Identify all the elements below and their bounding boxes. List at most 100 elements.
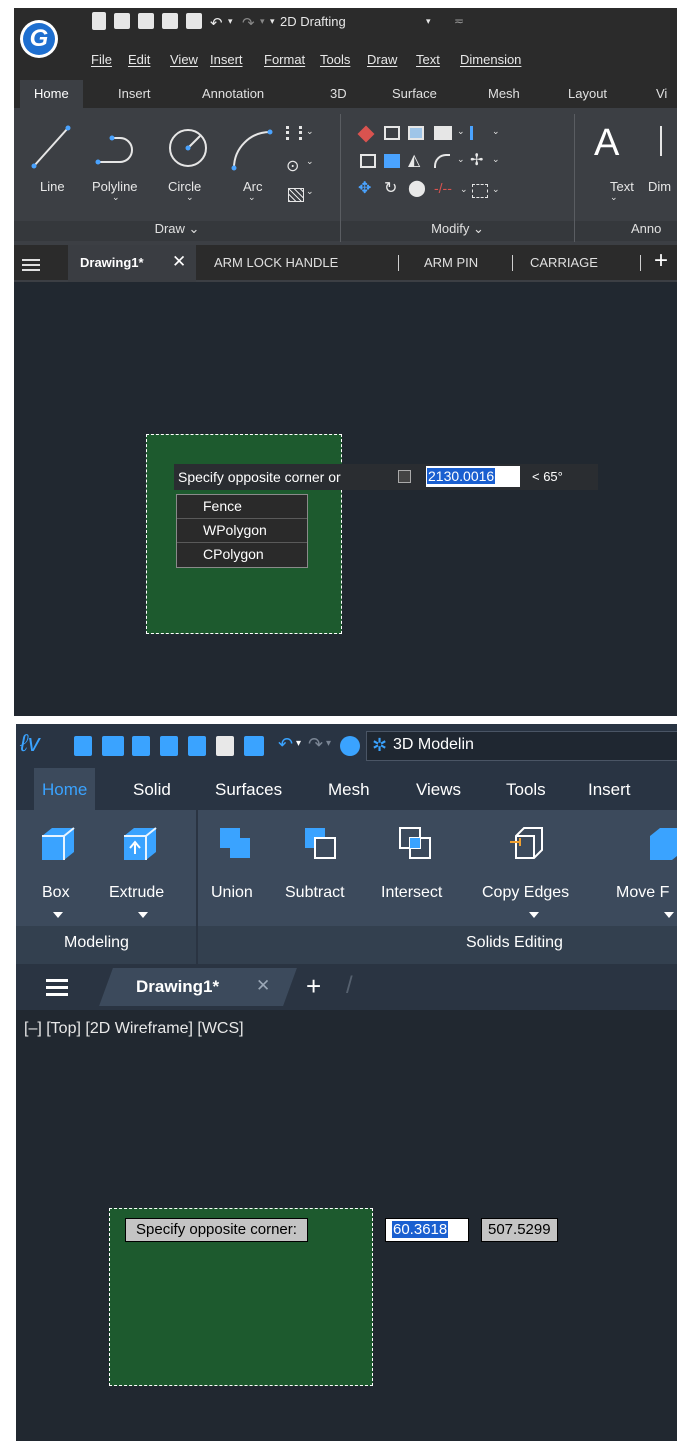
box-dropdown-icon[interactable] <box>53 912 63 918</box>
box-icon[interactable] <box>38 824 78 864</box>
intersect-icon[interactable] <box>396 824 436 864</box>
redo-icon[interactable]: ↷ <box>308 734 323 755</box>
export-icon[interactable] <box>188 736 206 756</box>
circle-dropdown-icon[interactable]: ⌄ <box>186 192 194 203</box>
new-file-icon[interactable] <box>92 12 106 30</box>
save-as-icon[interactable] <box>162 13 178 29</box>
box-label[interactable]: Box <box>42 884 70 902</box>
option-wpolygon[interactable]: WPolygon <box>177 519 307 543</box>
redo-dropdown-icon[interactable]: ▾ <box>326 738 331 749</box>
workspace-dropdown-icon[interactable]: ▾ <box>270 16 275 27</box>
text-dropdown-icon[interactable]: ⌄ <box>610 192 618 203</box>
redo-icon[interactable]: ↷ <box>242 14 255 32</box>
tab-view[interactable]: Vi <box>656 86 667 101</box>
undo-dropdown-icon[interactable]: ▾ <box>296 738 301 749</box>
tab-3d[interactable]: 3D <box>330 86 347 101</box>
align-dropdown-icon[interactable]: ⌄ <box>492 126 500 137</box>
explode-icon[interactable]: ✢ <box>470 150 483 170</box>
annotation-group-footer[interactable]: Anno <box>575 221 677 241</box>
redo-dropdown-icon[interactable]: ▾ <box>260 16 265 27</box>
tab-surfaces[interactable]: Surfaces <box>215 780 282 800</box>
array-dropdown-icon[interactable]: ⌄ <box>457 126 465 137</box>
tab-views[interactable]: Views <box>416 780 461 800</box>
menu-view[interactable]: View <box>170 52 198 67</box>
hatch-icon[interactable] <box>288 188 304 202</box>
arc-icon[interactable] <box>228 126 274 172</box>
menu-text[interactable]: Text <box>416 52 440 67</box>
close-icon[interactable]: ✕ <box>172 252 186 272</box>
workspace-selector[interactable]: 2D Drafting <box>280 14 346 29</box>
distance-input[interactable]: 2130.0016 <box>426 466 520 487</box>
close-icon[interactable]: ✕ <box>256 976 270 996</box>
fillet-dropdown-icon[interactable]: ⌄ <box>457 154 465 165</box>
subtract-label[interactable]: Subtract <box>285 884 345 902</box>
new-tab-plus-icon[interactable]: + <box>306 971 321 1002</box>
doc-tab-arm-pin[interactable]: ARM PIN <box>424 255 478 270</box>
mirror2-icon[interactable]: ◭ <box>408 150 420 170</box>
tab-insert[interactable]: Insert <box>588 780 631 800</box>
align-icon[interactable] <box>470 126 484 140</box>
tab-surface[interactable]: Surface <box>392 86 437 101</box>
menu-format[interactable]: Format <box>264 52 305 67</box>
break-dropdown-icon[interactable]: ⌄ <box>492 184 500 195</box>
tab-mesh[interactable]: Mesh <box>328 780 370 800</box>
menu-icon[interactable] <box>22 259 40 261</box>
extrude-label[interactable]: Extrude <box>109 884 164 902</box>
mirror-icon[interactable] <box>408 126 424 140</box>
angle-value[interactable]: < 65° <box>532 469 563 484</box>
extrude-icon[interactable] <box>120 824 160 864</box>
offset-icon[interactable] <box>360 154 376 168</box>
subtract-icon[interactable] <box>301 824 341 864</box>
fillet-icon[interactable] <box>434 154 450 168</box>
copy-edges-icon[interactable] <box>506 824 546 864</box>
tab-annotation[interactable]: Annotation <box>202 86 264 101</box>
down-arrow-icon[interactable] <box>398 470 411 483</box>
copy-edges-label[interactable]: Copy Edges <box>482 884 569 902</box>
scale-icon[interactable]: ⬤ <box>408 178 426 198</box>
undo-icon[interactable]: ↶ <box>210 14 223 32</box>
doc-tab-arm-lock-handle[interactable]: ARM LOCK HANDLE <box>214 255 338 270</box>
customize-qat-icon[interactable]: ≂ <box>454 14 464 28</box>
print-icon[interactable] <box>216 736 234 756</box>
move-icon[interactable]: ✥ <box>358 178 371 198</box>
hatch-dropdown-icon[interactable]: ⌄ <box>306 186 314 197</box>
trim-dropdown-icon[interactable]: ⌄ <box>460 184 468 195</box>
save-as-icon[interactable] <box>160 736 178 756</box>
explode-dropdown-icon[interactable]: ⌄ <box>492 154 500 165</box>
circle-label[interactable]: Circle <box>168 179 201 194</box>
break-icon[interactable] <box>472 184 488 198</box>
array-icon[interactable] <box>434 126 452 140</box>
stretch-icon[interactable] <box>384 154 400 168</box>
union-label[interactable]: Union <box>211 884 253 902</box>
menu-tools[interactable]: Tools <box>320 52 350 67</box>
tab-tools[interactable]: Tools <box>506 780 546 800</box>
tab-layout[interactable]: Layout <box>568 86 607 101</box>
copy-icon[interactable] <box>384 126 400 140</box>
workspace-chevron-icon[interactable]: ▾ <box>426 16 431 27</box>
copy-edges-dropdown-icon[interactable] <box>529 912 539 918</box>
text-icon[interactable]: A <box>594 122 619 165</box>
open-folder-icon[interactable] <box>114 13 130 29</box>
save-icon[interactable] <box>138 13 154 29</box>
intersect-label[interactable]: Intersect <box>381 884 442 902</box>
menu-draw[interactable]: Draw <box>367 52 397 67</box>
tab-home[interactable]: Home <box>20 80 83 108</box>
point-icon[interactable] <box>286 126 302 140</box>
line-label[interactable]: Line <box>40 179 65 194</box>
move-faces-dropdown-icon[interactable] <box>664 912 674 918</box>
polyline-icon[interactable] <box>94 128 138 168</box>
tab-mesh[interactable]: Mesh <box>488 86 520 101</box>
erase-icon[interactable] <box>357 125 375 143</box>
menu-dimension[interactable]: Dimension <box>460 52 521 67</box>
app-logo-icon[interactable]: ℓv <box>20 730 40 758</box>
doc-tab-drawing1[interactable]: Drawing1* <box>136 977 219 997</box>
menu-insert[interactable]: Insert <box>210 52 243 67</box>
tab-home[interactable]: Home <box>34 768 96 810</box>
print-preview-icon[interactable] <box>244 736 264 756</box>
arc-dropdown-icon[interactable]: ⌄ <box>248 192 256 203</box>
viewport-controls[interactable]: [–] [Top] [2D Wireframe] [WCS] <box>24 1020 244 1038</box>
modify-group-footer[interactable]: Modify ⌄ <box>341 221 574 241</box>
circle-icon[interactable] <box>166 126 210 170</box>
doc-tab-drawing1[interactable]: Drawing1* <box>80 255 144 270</box>
y-coordinate-input[interactable]: 507.5299 <box>481 1218 558 1242</box>
